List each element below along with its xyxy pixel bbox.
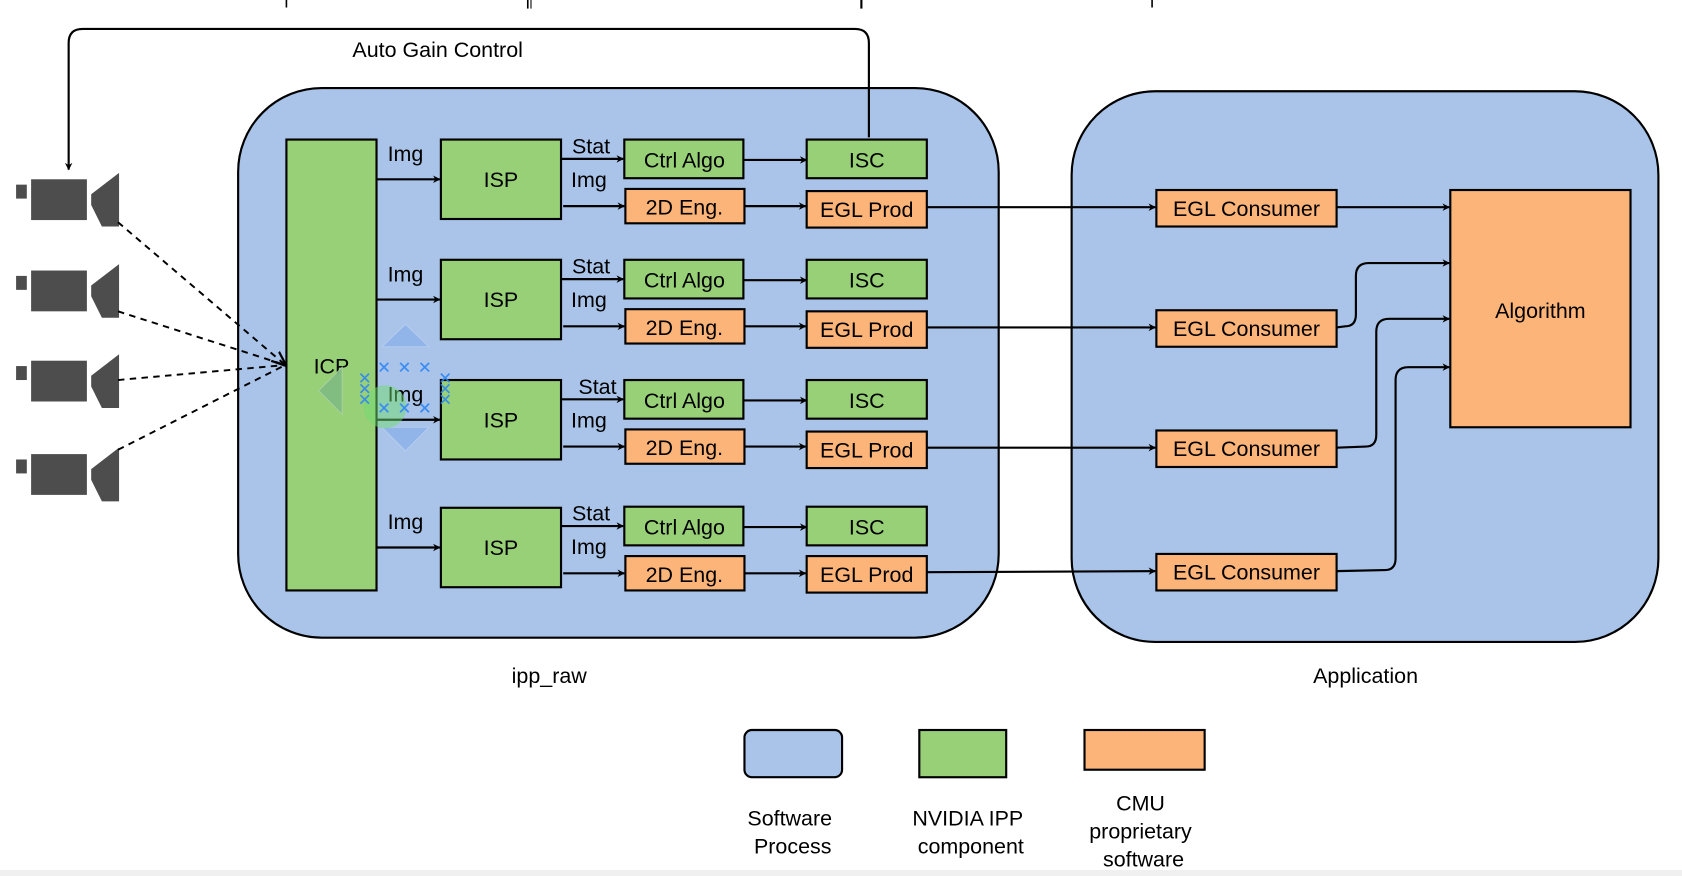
stat-label: Stat (572, 255, 610, 279)
isp-label: ISP (484, 288, 519, 312)
bottom-scroll-area (0, 870, 1682, 876)
isp-label: ISP (484, 536, 519, 560)
egl-prod-label: EGL Prod (820, 438, 913, 462)
legend: Software Process NVIDIA IPP component CM… (743, 728, 1206, 872)
stat-label: Stat (578, 375, 616, 399)
isc-label: ISC (849, 148, 885, 172)
ctrl-algo-label: Ctrl Algo (644, 269, 725, 293)
legend-label-cmu-software: CMU proprietary software (1089, 792, 1197, 872)
egl-prod-label: EGL Prod (820, 563, 913, 587)
img-in-label: Img (388, 510, 424, 534)
img-out-label: Img (571, 168, 607, 192)
isc-label: ISC (849, 269, 885, 293)
stat-label: Stat (572, 135, 610, 159)
camera-icon[interactable] (16, 264, 120, 318)
img-out-label: Img (571, 535, 607, 559)
top-ruler-ticks (285, 0, 1153, 9)
icp-label: ICP (314, 355, 350, 379)
algorithm-label: Algorithm (1495, 299, 1586, 323)
isc-label: ISC (849, 516, 885, 540)
isc-label: ISC (849, 389, 885, 413)
camera-icon[interactable] (16, 447, 120, 502)
camera-icon[interactable] (16, 172, 120, 227)
legend-swatch-nvidia-component (918, 728, 1008, 779)
legend-swatch-cmu-software (1083, 728, 1206, 771)
legend-label-software-process: Software Process (747, 807, 838, 859)
img-in-label: Img (388, 262, 424, 286)
isp-label: ISP (484, 408, 519, 432)
egl-consumer-label: EGL Consumer (1173, 317, 1320, 341)
img-in-label: Img (388, 142, 424, 166)
img-out-label: Img (571, 408, 607, 432)
egl-prod-label: EGL Prod (820, 198, 913, 222)
ctrl-algo-label: Ctrl Algo (644, 389, 725, 413)
container-label-ipp-raw: ipp_raw (512, 664, 588, 688)
stat-label: Stat (572, 502, 610, 526)
container-label-application: Application (1313, 664, 1418, 688)
egl-consumer-label: EGL Consumer (1173, 437, 1320, 461)
2d-engine-label: 2D Eng. (646, 563, 724, 587)
egl-consumer-label: EGL Consumer (1173, 561, 1320, 585)
img-out-label: Img (571, 288, 607, 312)
2d-engine-label: 2D Eng. (646, 316, 724, 340)
2d-engine-label: 2D Eng. (646, 436, 724, 460)
ctrl-algo-label: Ctrl Algo (644, 516, 725, 540)
2d-engine-label: 2D Eng. (646, 196, 724, 220)
diagram-canvas: ipp_raw Application Auto Gain Control IC… (16, 0, 1660, 872)
legend-label-nvidia-component: NVIDIA IPP component (912, 807, 1029, 859)
prod-to-consumer-edge[interactable] (926, 567, 1157, 575)
ctrl-algo-label: Ctrl Algo (644, 148, 725, 172)
egl-consumer-label: EGL Consumer (1173, 197, 1320, 221)
legend-swatch-software-process (743, 728, 844, 779)
egl-prod-label: EGL Prod (820, 318, 913, 342)
camera-icon[interactable] (16, 354, 120, 408)
agc-label: Auto Gain Control (352, 38, 522, 62)
isp-label: ISP (484, 168, 519, 192)
